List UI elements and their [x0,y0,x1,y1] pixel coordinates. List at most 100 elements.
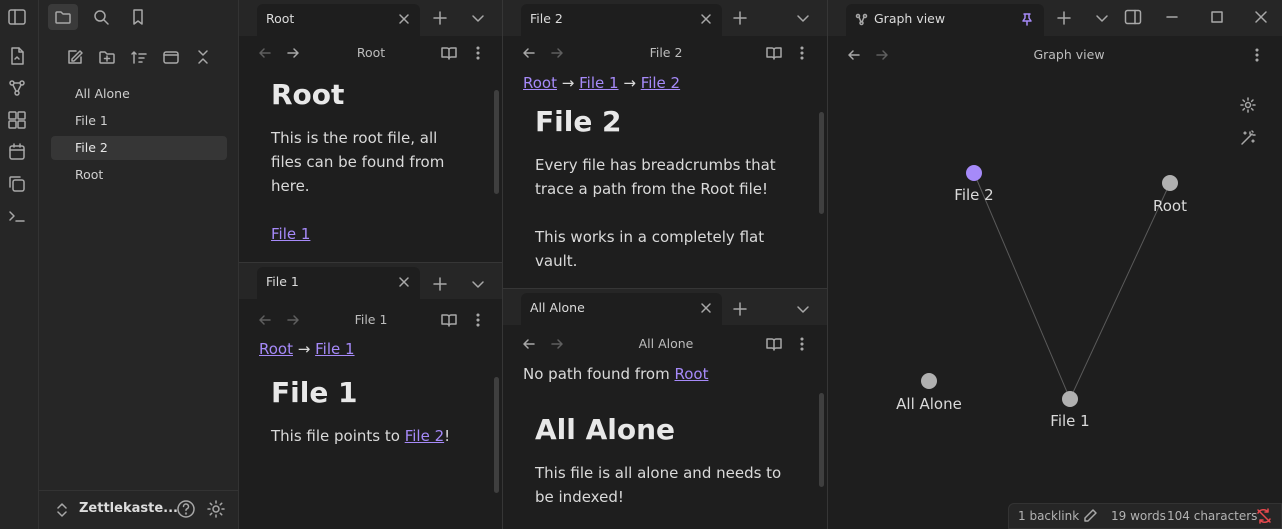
breadcrumb-link-file-2[interactable]: File 2 [641,74,680,92]
link-file-2[interactable]: File 2 [405,427,444,445]
tab-bar: All Alone [503,289,827,325]
link-file-1[interactable]: File 1 [271,222,310,246]
new-note-icon[interactable] [66,48,84,66]
body-line: This is the root file, all [271,129,438,147]
backlink-count[interactable]: 1 backlink [1018,509,1079,523]
tab-label: Root [266,11,295,26]
forward-arrow-icon[interactable] [549,336,565,352]
search-icon[interactable] [86,4,116,30]
tab-list-chevron-icon[interactable] [470,10,486,26]
edit-pencil-icon[interactable] [1083,508,1098,523]
sort-icon[interactable] [130,48,148,66]
new-folder-icon[interactable] [98,48,116,66]
more-options-icon[interactable] [470,44,486,62]
scrollbar[interactable] [494,90,499,194]
file-item-file-1[interactable]: File 1 [51,109,227,133]
pane-root: Root Root Root This is the root file, al… [239,0,502,262]
reading-view-book-icon[interactable] [765,335,783,353]
body-line: here. [271,177,310,195]
sidebar-tab-bar [39,0,239,36]
breadcrumb-link-root[interactable]: Root [523,74,557,92]
help-icon[interactable] [176,499,196,519]
graph-edge [1069,182,1171,400]
pane-graph-view: Graph view Graph view File 2 Root All Al… [828,0,1282,529]
scrollbar[interactable] [819,112,824,214]
graph-node-label: File 2 [954,186,994,204]
copy-icon[interactable] [7,174,27,194]
sidebar-toggle-icon[interactable] [7,7,27,27]
breadcrumb-text: No path found from [523,365,675,383]
back-arrow-icon[interactable] [521,45,537,61]
breadcrumb-link-file-1[interactable]: File 1 [579,74,618,92]
tab-list-chevron-icon[interactable] [795,301,811,317]
close-icon[interactable] [398,276,410,288]
back-arrow-icon[interactable] [521,336,537,352]
reading-view-book-icon[interactable] [440,44,458,62]
more-options-icon[interactable] [794,335,810,353]
view-header: File 1 [239,305,502,335]
file-icon[interactable] [7,46,27,66]
forward-arrow-icon[interactable] [285,312,301,328]
scrollbar[interactable] [494,377,499,493]
tab-bar: File 1 [239,263,502,299]
collapse-all-icon[interactable] [194,48,212,66]
graph-node-file-1[interactable] [1062,391,1078,407]
more-options-icon[interactable] [470,311,486,329]
new-tab-icon[interactable] [431,9,449,27]
view-header: File 2 [503,38,827,68]
calendar-icon[interactable] [7,142,27,162]
graph-node-root[interactable] [1162,175,1178,191]
new-tab-icon[interactable] [731,300,749,318]
file-item-file-2[interactable]: File 2 [51,136,227,160]
graph-icon[interactable] [7,78,27,98]
vault-switcher[interactable]: Zettlekaste... [39,490,239,529]
new-tab-icon[interactable] [431,275,449,293]
graph-node-label: All Alone [896,395,962,413]
tab-label: All Alone [530,300,585,315]
reading-view-book-icon[interactable] [440,311,458,329]
forward-arrow-icon[interactable] [549,45,565,61]
breadcrumb: No path found from Root [523,365,708,383]
auto-reveal-icon[interactable] [162,48,180,66]
back-arrow-icon[interactable] [257,45,273,61]
file-item-root[interactable]: Root [51,163,227,187]
body-line: vault. [535,252,578,270]
graph-node-all-alone[interactable] [921,373,937,389]
folder-icon[interactable] [48,4,78,30]
close-icon[interactable] [398,13,410,25]
tab-label: File 1 [266,274,299,289]
graph-node-file-2[interactable] [966,165,982,181]
forward-arrow-icon[interactable] [285,45,301,61]
note-heading: All Alone [535,413,676,446]
back-arrow-icon[interactable] [257,312,273,328]
breadcrumb-link-root[interactable]: Root [674,365,708,383]
more-options-icon[interactable] [794,44,810,62]
view-title: All Alone [638,336,694,351]
bookmark-icon[interactable] [123,4,153,30]
close-icon[interactable] [700,13,712,25]
tab-root[interactable]: Root [257,4,420,36]
tab-list-chevron-icon[interactable] [470,276,486,292]
sync-error-icon[interactable] [1256,508,1272,524]
graph-canvas[interactable] [828,0,1282,529]
new-tab-icon[interactable] [731,9,749,27]
close-icon[interactable] [700,302,712,314]
breadcrumb-link-root[interactable]: Root [259,340,293,358]
breadcrumb-link-file-1[interactable]: File 1 [315,340,354,358]
scrollbar[interactable] [819,393,824,487]
terminal-icon[interactable] [7,206,27,226]
tab-bar: File 2 [503,0,827,36]
tab-list-chevron-icon[interactable] [795,10,811,26]
settings-gear-icon[interactable] [206,499,226,519]
tab-bar: Root [239,0,502,36]
tab-all-alone[interactable]: All Alone [521,293,722,325]
file-item-all-alone[interactable]: All Alone [51,82,227,106]
view-title: File 1 [354,312,388,327]
canvas-icon[interactable] [7,110,27,130]
body-line: files can be found from [271,153,445,171]
tab-file-2[interactable]: File 2 [521,4,722,36]
body-line: be indexed! [535,488,624,506]
tab-file-1[interactable]: File 1 [257,267,420,299]
reading-view-book-icon[interactable] [765,44,783,62]
vault-name: Zettlekaste... [79,501,178,516]
